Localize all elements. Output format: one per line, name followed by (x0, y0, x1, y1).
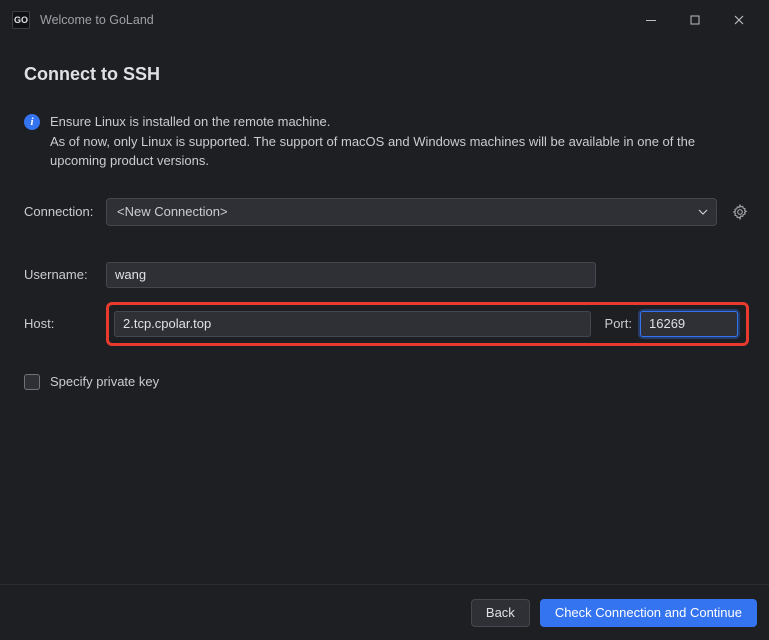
info-line1: Ensure Linux is installed on the remote … (50, 113, 749, 132)
gear-icon (732, 204, 748, 220)
info-text: Ensure Linux is installed on the remote … (50, 113, 749, 172)
continue-button[interactable]: Check Connection and Continue (540, 599, 757, 627)
settings-button[interactable] (731, 203, 749, 221)
bottom-bar: Back Check Connection and Continue (0, 584, 769, 640)
titlebar: GO Welcome to GoLand (0, 0, 769, 40)
connection-label: Connection: (24, 204, 106, 219)
titlebar-title: Welcome to GoLand (40, 13, 154, 27)
close-button[interactable] (717, 0, 761, 40)
username-input[interactable] (106, 262, 596, 288)
username-row: Username: (24, 262, 749, 288)
connection-select[interactable]: <New Connection> (106, 198, 717, 226)
back-button[interactable]: Back (471, 599, 530, 627)
minimize-button[interactable] (629, 0, 673, 40)
host-input[interactable] (114, 311, 591, 337)
host-port-highlight: Port: (106, 302, 749, 346)
app-icon: GO (12, 11, 30, 29)
specify-private-key-label: Specify private key (50, 374, 159, 389)
connection-row: Connection: <New Connection> (24, 198, 749, 226)
content-area: Connect to SSH i Ensure Linux is install… (0, 40, 769, 584)
info-line2: As of now, only Linux is supported. The … (50, 133, 749, 171)
host-row: Host: Port: (24, 302, 749, 346)
username-label: Username: (24, 267, 106, 282)
port-input[interactable] (640, 311, 738, 337)
info-banner: i Ensure Linux is installed on the remot… (24, 113, 749, 172)
info-icon: i (24, 114, 40, 130)
port-label: Port: (605, 316, 632, 331)
private-key-row: Specify private key (24, 374, 749, 390)
connection-value: <New Connection> (117, 204, 228, 219)
maximize-button[interactable] (673, 0, 717, 40)
specify-private-key-checkbox[interactable] (24, 374, 40, 390)
window-controls (629, 0, 761, 40)
page-title: Connect to SSH (24, 64, 749, 85)
chevron-down-icon (698, 209, 708, 215)
host-label: Host: (24, 316, 106, 331)
